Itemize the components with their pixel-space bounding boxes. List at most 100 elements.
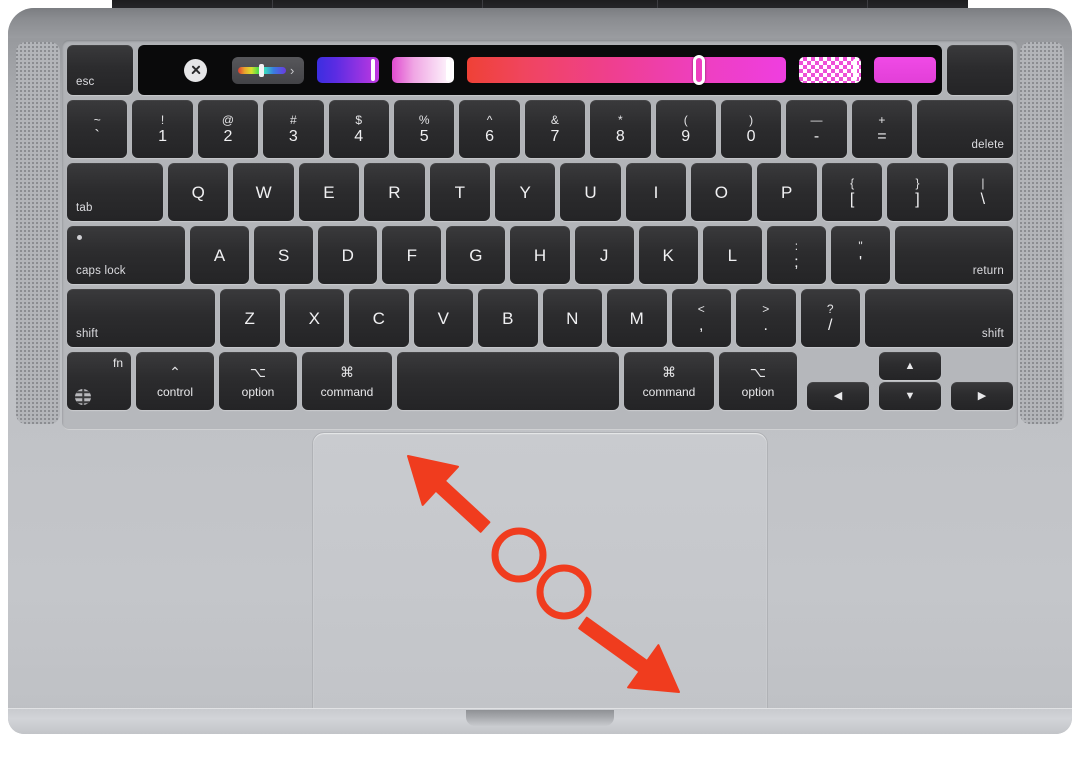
key-option-right[interactable]: ⌥ option [719,352,797,410]
key-8[interactable]: * 8 [590,100,651,158]
key-u-glyph: U [584,182,597,202]
key-tab[interactable]: tab [67,163,163,221]
key-3[interactable]: #3 [263,100,324,158]
touch-bar[interactable]: › [138,45,942,95]
key-arrow-down[interactable]: ▼ [879,382,941,410]
key-return-label: return [972,264,1005,277]
key-space[interactable] [397,352,619,410]
key-4[interactable]: $4 [328,100,389,158]
key-return[interactable]: return [895,226,1014,284]
key-m[interactable]: M [607,289,667,347]
key-arrow-right[interactable]: ▶ [951,382,1013,410]
key-quote[interactable]: " ' [830,226,891,284]
key-6[interactable]: ^ 6 [459,100,520,158]
key-k-glyph: K [662,245,674,265]
red-magenta-slider[interactable] [467,55,786,85]
key-9[interactable]: (9 [655,100,716,158]
chevron-right-icon[interactable]: › [290,64,294,77]
key-o[interactable]: O [691,163,752,221]
key-control-label: control [156,384,194,399]
key-7[interactable]: & 7 [524,100,586,158]
key-control[interactable]: ⌃ control [136,352,214,410]
key-j[interactable]: J [574,226,634,284]
key-backtick[interactable]: ~ ` [67,100,128,158]
key-delete[interactable]: delete [917,100,1014,158]
key-e-glyph: E [323,182,335,202]
key-0[interactable]: ) 0 [720,100,782,158]
key-escape[interactable]: esc [67,45,133,95]
key-command-left[interactable]: ⌘ command [302,352,392,410]
key-v[interactable]: V [413,289,473,347]
key-w[interactable]: W [233,163,294,221]
key-n[interactable]: N [542,289,602,347]
key-3-shift-glyph: # [290,112,297,127]
key-comma[interactable]: <, [671,289,731,347]
spectrum-handle[interactable] [259,63,264,77]
key-s[interactable]: S [254,226,314,284]
key-b[interactable]: B [478,289,538,347]
key-7-glyph: 7 [550,127,560,145]
key-f[interactable]: F [382,226,442,284]
key-caps-lock[interactable]: caps lock [67,226,185,284]
key-shift-right[interactable]: shift [865,289,1013,347]
key-4-shift-glyph: $ [355,112,363,127]
key-command-right[interactable]: ⌘ command [624,352,714,410]
key-backslash[interactable]: | \ [952,163,1014,221]
blue-magenta-swatch[interactable] [317,57,379,83]
lid-opening-notch [466,710,614,726]
key-option-left[interactable]: ⌥ option [219,352,297,410]
slider-knob[interactable] [693,55,706,85]
key-semicolon-shift-glyph: : [794,238,799,253]
key-option-left-label: option [241,384,275,399]
key-minus[interactable]: — - [786,100,847,158]
key-arrow-left[interactable]: ◀ [807,382,869,410]
key-d[interactable]: D [318,226,378,284]
key-t[interactable]: T [429,163,490,221]
key-arrow-up[interactable]: ▲ [879,352,941,380]
key-x[interactable]: X [284,289,344,347]
number-row: ~ `! 1 @2 #3 $4% 5 ^ 6 & 7 * 8(9) 0— - + = delete [67,100,1014,158]
key-bracket-right[interactable]: }] [887,163,948,221]
key-equals-glyph: = [877,127,887,145]
key-bracket-left[interactable]: {[ [821,163,883,221]
key-i[interactable]: I [625,163,687,221]
key-bracket-right-shift-glyph: } [915,175,920,190]
key-h[interactable]: H [510,226,570,284]
key-5[interactable]: % 5 [393,100,455,158]
key-slash[interactable]: ? / [800,289,860,347]
key-r[interactable]: R [364,163,425,221]
color-spectrum-slider[interactable]: › [232,56,304,84]
key-shift-left[interactable]: shift [67,289,215,347]
key-command-right-label: command [642,384,696,399]
key-2[interactable]: @2 [197,100,259,158]
key-3-glyph: 3 [288,127,298,145]
key-period[interactable]: >. [736,289,796,347]
key-c[interactable]: C [349,289,409,347]
key-q[interactable]: Q [168,163,229,221]
key-5-glyph: 5 [419,127,429,145]
control-symbol: ⌃ [169,363,181,380]
key-t-glyph: T [454,182,465,202]
key-e[interactable]: E [298,163,360,221]
key-g[interactable]: G [446,226,506,284]
key-u[interactable]: U [560,163,621,221]
key-p[interactable]: P [756,163,817,221]
trackpad[interactable] [312,432,768,720]
key-touchid-power[interactable] [947,45,1013,95]
magenta-white-swatch[interactable] [392,57,454,83]
key-1[interactable]: ! 1 [132,100,193,158]
key-k[interactable]: K [638,226,698,284]
modifier-row: fn ⌃ control ⌥ option ⌘ command ⌘ comman… [67,352,1013,410]
close-x-icon[interactable] [184,58,207,82]
key-z[interactable]: Z [220,289,280,347]
key-a[interactable]: A [190,226,250,284]
key-l[interactable]: L [702,226,762,284]
checkered-opacity-swatch[interactable] [799,57,861,83]
solid-magenta-swatch[interactable] [874,57,936,83]
key-y[interactable]: Y [494,163,556,221]
key-semicolon[interactable]: :; [766,226,826,284]
key-comma-shift-glyph: < [697,301,705,316]
key-fn[interactable]: fn [67,352,131,410]
key-equals[interactable]: + = [851,100,913,158]
command-symbol: ⌘ [662,363,676,380]
